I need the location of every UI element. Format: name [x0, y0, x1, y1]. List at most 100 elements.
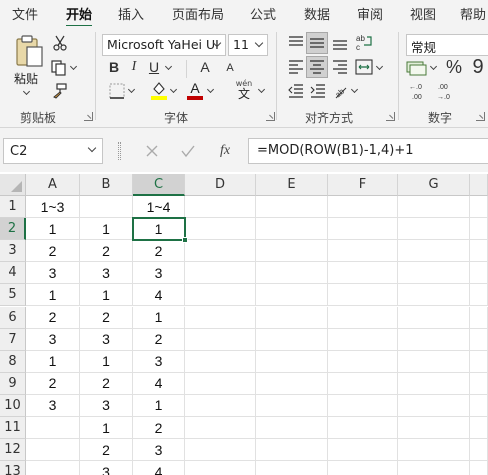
cell-h4[interactable]	[470, 262, 488, 285]
cell-g4[interactable]	[398, 262, 470, 285]
underline-dropdown-icon[interactable]	[164, 62, 173, 71]
decrease-decimal-icon[interactable]: .00 →.0	[436, 80, 458, 102]
cell-a1[interactable]: 1~3	[26, 196, 80, 219]
tab-home[interactable]: 开始	[66, 4, 93, 28]
cell-g5[interactable]	[398, 284, 470, 307]
borders-dropdown-icon[interactable]	[127, 85, 136, 94]
align-center-icon[interactable]	[306, 56, 328, 78]
cell-g3[interactable]	[398, 240, 470, 263]
tab-page-layout[interactable]: 页面布局	[172, 4, 224, 23]
cell-c9[interactable]: 4	[133, 372, 185, 395]
orientation-icon[interactable]: ab	[331, 82, 349, 100]
select-all-button[interactable]	[0, 174, 26, 196]
comma-style-icon[interactable]: 9	[468, 56, 488, 78]
cell-c7[interactable]: 2	[133, 328, 185, 351]
column-header-a[interactable]: A	[26, 174, 80, 196]
cell-h7[interactable]	[470, 328, 488, 351]
cell-h2[interactable]	[470, 218, 488, 241]
wrap-text-icon[interactable]: ab c	[354, 32, 374, 54]
font-name-box[interactable]: Microsoft YaHei UI	[102, 34, 226, 56]
align-top-icon[interactable]	[287, 34, 305, 52]
insert-function-icon[interactable]: fx	[214, 141, 236, 161]
bold-icon[interactable]: B	[106, 58, 122, 76]
cell-e5[interactable]	[256, 284, 328, 307]
cell-d7[interactable]	[185, 328, 256, 351]
cell-f1[interactable]	[328, 196, 398, 219]
alignment-launcher-icon[interactable]	[386, 112, 395, 121]
cell-c2[interactable]: 1	[133, 218, 185, 241]
cell-e1[interactable]	[256, 196, 328, 219]
column-header-d[interactable]: D	[185, 174, 256, 196]
column-header-e[interactable]: E	[256, 174, 328, 196]
cell-a9[interactable]: 2	[26, 372, 80, 395]
cell-h8[interactable]	[470, 350, 488, 373]
cell-d6[interactable]	[185, 306, 256, 329]
cell-h3[interactable]	[470, 240, 488, 263]
column-header-f[interactable]: F	[328, 174, 398, 196]
cell-h6[interactable]	[470, 306, 488, 329]
cancel-icon[interactable]	[142, 141, 162, 161]
cell-b10[interactable]: 3	[80, 394, 133, 417]
borders-icon[interactable]	[108, 82, 126, 100]
number-format-box[interactable]: 常规	[406, 34, 488, 56]
column-header-g[interactable]: G	[398, 174, 470, 196]
cell-f10[interactable]	[328, 394, 398, 417]
cell-d2[interactable]	[185, 218, 256, 241]
cell-a4[interactable]: 3	[26, 262, 80, 285]
cell-b3[interactable]: 2	[80, 240, 133, 263]
cell-c6[interactable]: 1	[133, 306, 185, 329]
cell-c5[interactable]: 4	[133, 284, 185, 307]
align-bottom-icon[interactable]	[331, 34, 349, 52]
cell-a2[interactable]: 1	[26, 218, 80, 241]
orientation-dropdown-icon[interactable]	[350, 85, 359, 94]
align-right-icon[interactable]	[331, 58, 349, 76]
cell-f5[interactable]	[328, 284, 398, 307]
cell-b4[interactable]: 3	[80, 262, 133, 285]
row-header-3[interactable]: 3	[0, 240, 26, 263]
formula-bar-grip[interactable]	[118, 142, 121, 160]
cell-g9[interactable]	[398, 372, 470, 395]
column-header-next[interactable]	[470, 174, 488, 196]
cell-h1[interactable]	[470, 196, 488, 219]
row-header-11[interactable]: 11	[0, 417, 26, 440]
merge-dropdown-icon[interactable]	[375, 62, 384, 71]
cell-c8[interactable]: 3	[133, 350, 185, 373]
cell-b7[interactable]: 3	[80, 328, 133, 351]
cell-c10[interactable]: 1	[133, 394, 185, 417]
cell-d12[interactable]	[185, 439, 256, 462]
phonetic-guide-icon[interactable]: wén 文	[232, 78, 256, 102]
paste-dropdown-icon[interactable]	[22, 87, 31, 96]
cell-b6[interactable]: 2	[80, 306, 133, 329]
tab-formulas[interactable]: 公式	[250, 4, 276, 23]
cell-h5[interactable]	[470, 284, 488, 307]
cell-d8[interactable]	[185, 350, 256, 373]
cell-c12[interactable]: 3	[133, 439, 185, 462]
row-header-2[interactable]: 2	[0, 218, 26, 241]
paste-button-label[interactable]: 粘贴	[14, 70, 38, 87]
cell-b12[interactable]: 2	[80, 439, 133, 462]
cell-e13[interactable]	[256, 461, 328, 475]
cell-e7[interactable]	[256, 328, 328, 351]
phonetic-dropdown-icon[interactable]	[257, 85, 266, 94]
cell-c3[interactable]: 2	[133, 240, 185, 263]
formula-input[interactable]: =MOD(ROW(B1)-1,4)+1	[248, 138, 488, 164]
cell-a10[interactable]: 3	[26, 394, 80, 417]
cell-h9[interactable]	[470, 372, 488, 395]
cell-b13[interactable]: 3	[80, 461, 133, 475]
fill-handle[interactable]	[182, 237, 188, 244]
format-painter-icon[interactable]	[50, 82, 68, 100]
cell-d10[interactable]	[185, 394, 256, 417]
paste-icon[interactable]	[14, 34, 44, 68]
cell-f2[interactable]	[328, 218, 398, 241]
cell-a11[interactable]	[26, 417, 80, 440]
grow-font-icon[interactable]: A	[196, 58, 214, 76]
cell-b9[interactable]: 2	[80, 372, 133, 395]
fill-color-dropdown-icon[interactable]	[169, 85, 178, 94]
tab-view[interactable]: 视图	[410, 4, 436, 23]
cell-c1[interactable]: 1~4	[133, 196, 185, 219]
cell-f7[interactable]	[328, 328, 398, 351]
column-header-b[interactable]: B	[80, 174, 133, 196]
cell-a6[interactable]: 2	[26, 306, 80, 329]
row-header-9[interactable]: 9	[0, 372, 26, 395]
cell-g1[interactable]	[398, 196, 470, 219]
